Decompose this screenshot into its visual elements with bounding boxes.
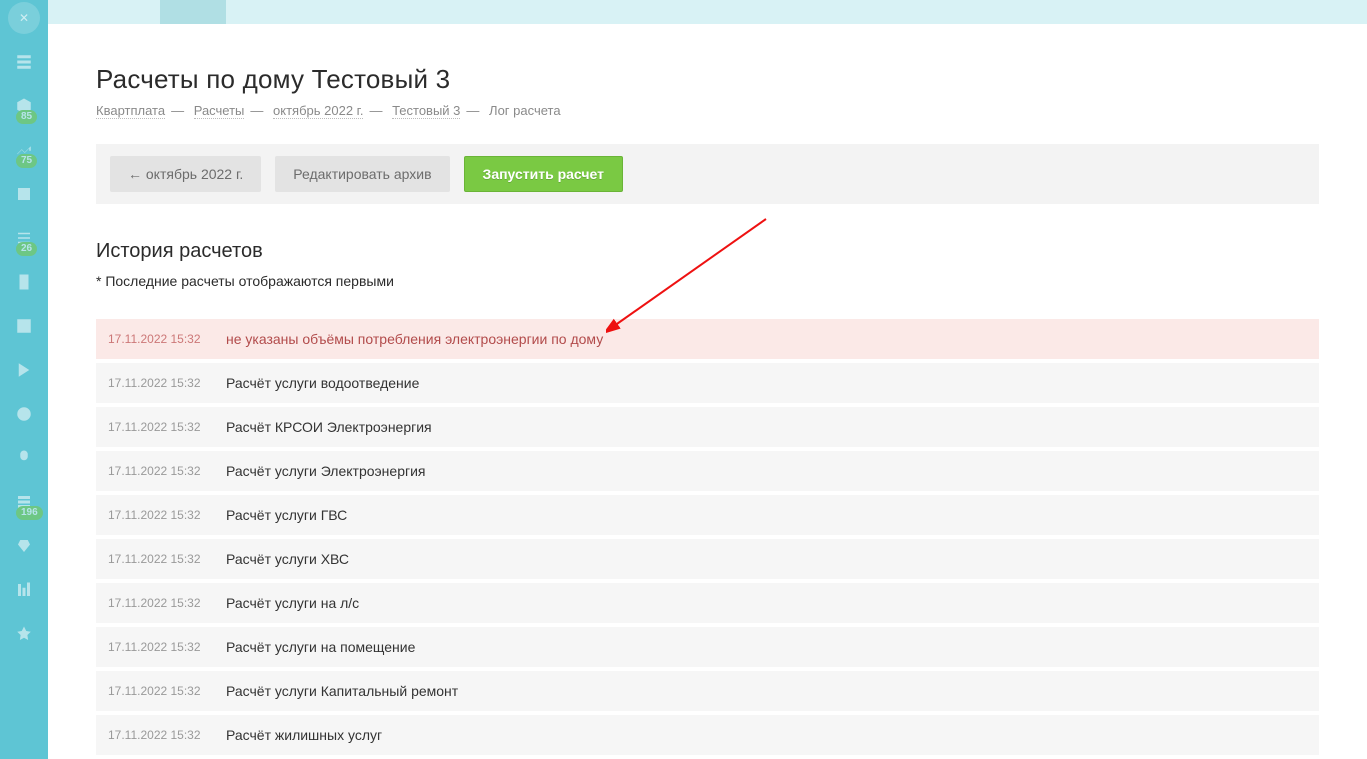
log-row[interactable]: 17.11.2022 15:32Расчёт КРСОИ Электроэнер…	[96, 407, 1319, 447]
sidebar-item-0[interactable]	[0, 40, 48, 84]
log-msg: Расчёт КРСОИ Электроэнергия	[226, 419, 432, 435]
edit-archive-button[interactable]: Редактировать архив	[275, 156, 449, 192]
sidebar-item-6[interactable]	[0, 304, 48, 348]
log-time: 17.11.2022 15:32	[108, 332, 226, 346]
log-time: 17.11.2022 15:32	[108, 508, 226, 522]
log-row[interactable]: 17.11.2022 15:32не указаны объёмы потреб…	[96, 319, 1319, 359]
sidebar-item-5[interactable]	[0, 260, 48, 304]
back-button[interactable]: ← октябрь 2022 г.	[110, 156, 261, 192]
log-time: 17.11.2022 15:32	[108, 684, 226, 698]
sidebar-item-8[interactable]	[0, 392, 48, 436]
breadcrumb-2[interactable]: октябрь 2022 г.	[273, 103, 363, 119]
log-time: 17.11.2022 15:32	[108, 728, 226, 742]
close-icon[interactable]: ✕	[8, 2, 40, 34]
log-time: 17.11.2022 15:32	[108, 464, 226, 478]
sidebar-badge-2: 26	[16, 242, 37, 256]
history-note: * Последние расчеты отображаются первыми	[96, 273, 1319, 289]
log-msg: Расчёт услуги Электроэнергия	[226, 463, 426, 479]
sidebar-item-2[interactable]: 75	[0, 128, 48, 172]
sidebar-item-13[interactable]	[0, 612, 48, 656]
breadcrumb-4: Лог расчета	[489, 103, 561, 118]
log-msg: Расчёт услуги на помещение	[226, 639, 415, 655]
log-row[interactable]: 17.11.2022 15:32Расчёт услуги Электроэне…	[96, 451, 1319, 491]
toolbar: ← октябрь 2022 г. Редактировать архив За…	[96, 144, 1319, 204]
active-tab[interactable]	[160, 0, 226, 24]
history-list: 17.11.2022 15:32не указаны объёмы потреб…	[96, 319, 1319, 755]
run-calculation-button[interactable]: Запустить расчет	[464, 156, 623, 192]
log-msg: Расчёт услуги на л/с	[226, 595, 359, 611]
breadcrumb: Квартплата— Расчеты— октябрь 2022 г.— Те…	[96, 103, 1319, 118]
log-row[interactable]: 17.11.2022 15:32Расчёт жилишных услуг	[96, 715, 1319, 755]
log-msg: Расчёт жилишных услуг	[226, 727, 382, 743]
breadcrumb-1[interactable]: Расчеты	[194, 103, 245, 119]
breadcrumb-3[interactable]: Тестовый 3	[392, 103, 460, 119]
log-time: 17.11.2022 15:32	[108, 552, 226, 566]
log-time: 17.11.2022 15:32	[108, 420, 226, 434]
sidebar-item-10[interactable]: 196	[0, 480, 48, 524]
breadcrumb-0[interactable]: Квартплата	[96, 103, 165, 119]
sidebar-item-4[interactable]: 26	[0, 216, 48, 260]
log-msg: не указаны объёмы потребления электроэне…	[226, 331, 603, 347]
log-msg: Расчёт услуги ХВС	[226, 551, 349, 567]
sidebar-item-3[interactable]	[0, 172, 48, 216]
sidebar-item-1[interactable]: 85	[0, 84, 48, 128]
top-band	[48, 0, 1367, 24]
sidebar: ✕ 85 75 26 196	[0, 0, 48, 759]
log-row[interactable]: 17.11.2022 15:32Расчёт услуги Капитальны…	[96, 671, 1319, 711]
sidebar-item-11[interactable]	[0, 524, 48, 568]
sidebar-item-7[interactable]	[0, 348, 48, 392]
sidebar-badge-0: 85	[16, 110, 37, 124]
log-time: 17.11.2022 15:32	[108, 640, 226, 654]
log-row[interactable]: 17.11.2022 15:32Расчёт услуги на помещен…	[96, 627, 1319, 667]
log-row[interactable]: 17.11.2022 15:32Расчёт услуги ХВС	[96, 539, 1319, 579]
log-msg: Расчёт услуги водоотведение	[226, 375, 419, 391]
history-title: История расчетов	[96, 240, 1319, 263]
log-time: 17.11.2022 15:32	[108, 376, 226, 390]
log-row[interactable]: 17.11.2022 15:32Расчёт услуги ГВС	[96, 495, 1319, 535]
log-time: 17.11.2022 15:32	[108, 596, 226, 610]
page-title: Расчеты по дому Тестовый 3	[96, 64, 1319, 95]
log-row[interactable]: 17.11.2022 15:32Расчёт услуги водоотведе…	[96, 363, 1319, 403]
log-row[interactable]: 17.11.2022 15:32Расчёт услуги на л/с	[96, 583, 1319, 623]
log-msg: Расчёт услуги ГВС	[226, 507, 347, 523]
sidebar-badge-1: 75	[16, 154, 37, 168]
sidebar-item-12[interactable]	[0, 568, 48, 612]
sidebar-item-9[interactable]	[0, 436, 48, 480]
log-msg: Расчёт услуги Капитальный ремонт	[226, 683, 458, 699]
sidebar-badge-3: 196	[16, 506, 43, 520]
